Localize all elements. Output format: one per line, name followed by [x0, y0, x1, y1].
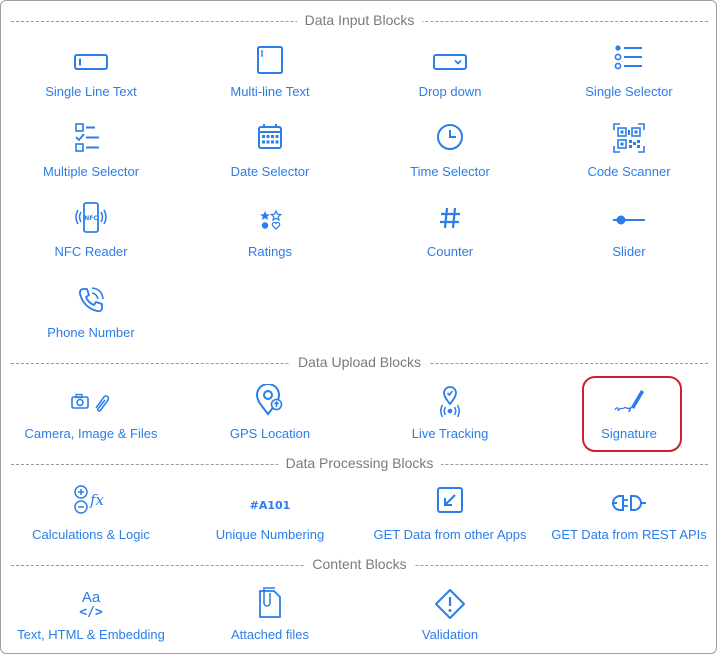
svg-text:NFC: NFC: [84, 215, 98, 222]
block-label: Camera, Image & Files: [24, 426, 158, 441]
block-multi-line-text[interactable]: Multi-line Text: [181, 42, 359, 106]
radio-list-icon: [609, 42, 649, 82]
block-label: Validation: [421, 627, 479, 642]
phone-icon: [71, 283, 111, 323]
section-header-upload: Data Upload Blocks: [11, 353, 708, 373]
block-label: Drop down: [418, 84, 482, 99]
single-line-text-icon: [71, 42, 111, 82]
block-camera-image-files[interactable]: Camera, Image & Files: [2, 384, 180, 448]
section-title: Data Upload Blocks: [290, 354, 429, 370]
block-label: Time Selector: [410, 164, 490, 179]
block-phone-number[interactable]: Phone Number: [2, 283, 180, 347]
block-time-selector[interactable]: Time Selector: [361, 122, 539, 186]
ratings-icon: [250, 202, 290, 242]
block-get-data-rest[interactable]: GET Data from REST APIs: [540, 485, 717, 549]
unique-number-icon-text: #A101: [249, 498, 291, 512]
block-code-scanner[interactable]: Code Scanner: [540, 122, 717, 186]
block-label: Single Selector: [585, 84, 673, 99]
clock-icon: [430, 122, 470, 162]
signature-highlight-ring: [582, 376, 682, 452]
block-label: GPS Location: [229, 426, 311, 441]
block-label: Ratings: [247, 244, 293, 259]
block-ratings[interactable]: Ratings: [181, 202, 359, 266]
checkbox-list-icon: [71, 122, 111, 162]
block-counter[interactable]: Counter: [361, 202, 539, 266]
block-live-tracking[interactable]: Live Tracking: [361, 384, 539, 448]
block-label: Single Line Text: [45, 84, 137, 99]
text-code-icon: Aa </>: [71, 585, 111, 625]
section-title: Data Processing Blocks: [277, 455, 442, 471]
section-header-content: Content Blocks: [11, 555, 708, 575]
block-nfc-reader[interactable]: NFC NFC Reader: [2, 202, 180, 266]
block-gps-location[interactable]: GPS Location: [181, 384, 359, 448]
block-label: Slider: [612, 244, 646, 259]
block-text-html-embedding[interactable]: Aa </> Text, HTML & Embedding: [2, 585, 180, 649]
block-label: Multi-line Text: [230, 84, 310, 99]
section-header-processing: Data Processing Blocks: [11, 454, 708, 474]
block-single-line-text[interactable]: Single Line Text: [2, 42, 180, 106]
import-arrow-icon: [430, 485, 470, 525]
blocks-panel: Data Input Blocks Single Line Text Multi…: [0, 0, 717, 654]
camera-attach-icon: [61, 384, 121, 424]
attached-files-icon: [250, 585, 290, 625]
block-label: Counter: [426, 244, 474, 259]
dropdown-icon: [430, 42, 470, 82]
multi-line-text-icon: [250, 42, 290, 82]
block-label: Phone Number: [47, 325, 135, 340]
hash-icon: [430, 202, 470, 242]
plug-connector-icon: [609, 485, 649, 525]
block-label: GET Data from REST APIs: [551, 527, 707, 542]
svg-text:fx: fx: [89, 491, 105, 509]
block-dropdown[interactable]: Drop down: [361, 42, 539, 106]
block-label: Code Scanner: [587, 164, 671, 179]
block-date-selector[interactable]: Date Selector: [181, 122, 359, 186]
block-label: Unique Numbering: [215, 527, 325, 542]
section-header-input: Data Input Blocks: [11, 11, 708, 31]
warning-diamond-icon: [430, 585, 470, 625]
calendar-icon: [250, 122, 290, 162]
slider-icon: [609, 202, 649, 242]
calculation-fx-icon: fx: [71, 485, 111, 525]
section-title: Content Blocks: [304, 556, 415, 572]
block-slider[interactable]: Slider: [540, 202, 717, 266]
block-unique-numbering[interactable]: #A101 Unique Numbering: [181, 485, 359, 549]
block-label: Calculations & Logic: [32, 527, 150, 542]
code-icon: </>: [79, 605, 103, 620]
text-icon-aa: Aa: [81, 589, 101, 606]
block-attached-files[interactable]: Attached files: [181, 585, 359, 649]
block-calculations-logic[interactable]: fx Calculations & Logic: [2, 485, 180, 549]
block-label: Multiple Selector: [42, 164, 140, 179]
map-pin-icon: [250, 384, 290, 424]
block-label: Date Selector: [230, 164, 310, 179]
section-title: Data Input Blocks: [296, 12, 423, 28]
live-tracking-icon: [430, 384, 470, 424]
block-get-data-apps[interactable]: GET Data from other Apps: [361, 485, 539, 549]
block-single-selector[interactable]: Single Selector: [540, 42, 717, 106]
qr-code-icon: [609, 122, 649, 162]
block-multiple-selector[interactable]: Multiple Selector: [2, 122, 180, 186]
block-label: Text, HTML & Embedding: [17, 627, 165, 642]
block-label: Live Tracking: [411, 426, 489, 441]
block-label: GET Data from other Apps: [373, 527, 527, 542]
nfc-phone-icon: NFC: [71, 202, 111, 242]
block-label: Attached files: [230, 627, 310, 642]
block-validation[interactable]: Validation: [361, 585, 539, 649]
unique-number-icon: #A101: [240, 485, 300, 525]
block-label: NFC Reader: [54, 244, 128, 259]
